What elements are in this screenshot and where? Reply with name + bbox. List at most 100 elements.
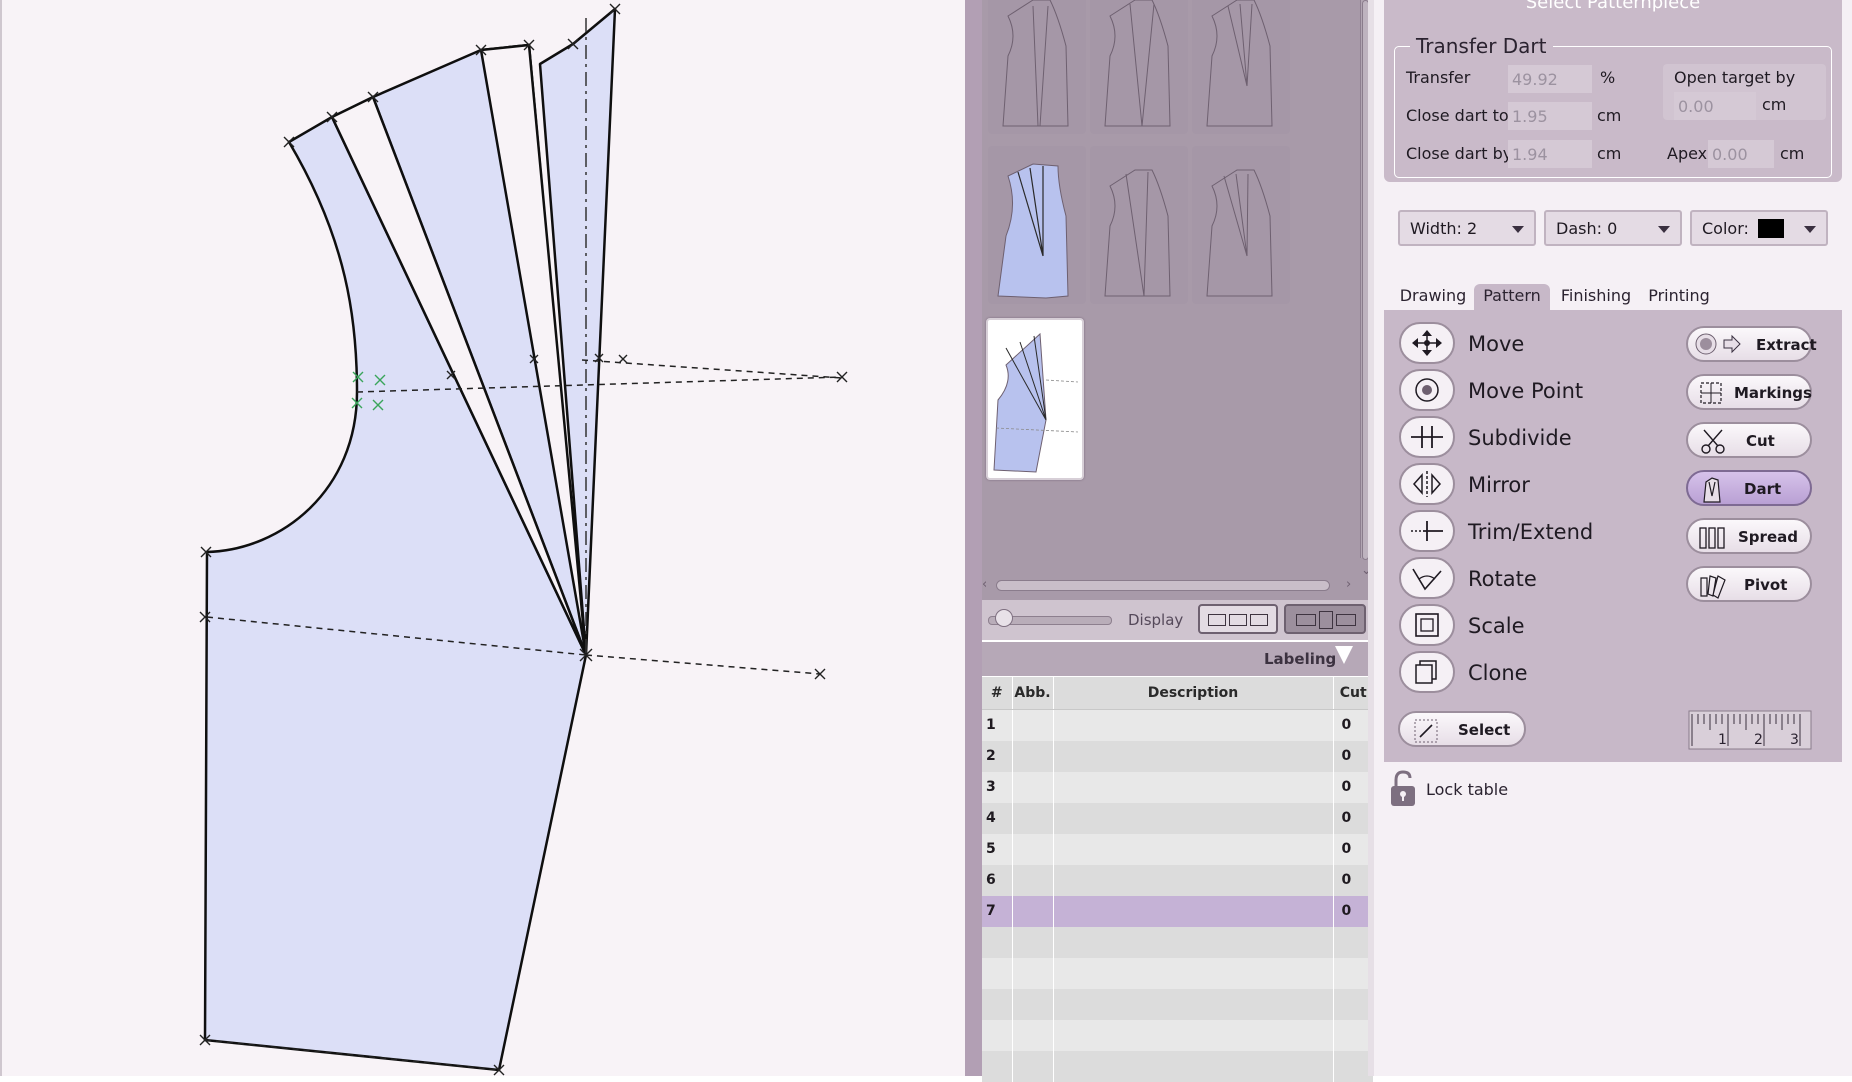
slider-knob[interactable] xyxy=(995,609,1013,627)
color-dropdown[interactable]: Color: xyxy=(1690,210,1828,246)
tab-finishing[interactable]: Finishing xyxy=(1552,284,1640,326)
scroll-left-arrow-icon[interactable]: ‹ xyxy=(982,578,987,591)
row-abb[interactable] xyxy=(1012,988,1054,1020)
col-abbreviation[interactable]: Abb. xyxy=(1012,677,1054,710)
move-label[interactable]: Move xyxy=(1468,332,1524,356)
pattern-drawing[interactable] xyxy=(2,0,967,1076)
row-abb[interactable] xyxy=(1012,740,1054,772)
labeling-collapse-icon[interactable] xyxy=(1335,646,1353,664)
row-abb[interactable] xyxy=(1012,957,1054,989)
row-abb[interactable] xyxy=(1012,802,1054,834)
row-abb[interactable] xyxy=(1012,926,1054,958)
dash-dropdown[interactable]: Dash: 0 xyxy=(1544,210,1682,246)
table-row[interactable] xyxy=(982,957,1374,989)
cut-button[interactable]: Cut xyxy=(1686,422,1812,458)
col-description[interactable]: Description xyxy=(1053,677,1334,710)
thumbnail-3[interactable] xyxy=(1192,0,1290,134)
move-point-label[interactable]: Move Point xyxy=(1468,379,1583,403)
mirror-tool-button[interactable] xyxy=(1399,463,1455,505)
rotate-label[interactable]: Rotate xyxy=(1468,567,1537,591)
thumbnail-4[interactable] xyxy=(988,146,1086,304)
spread-button[interactable]: Spread xyxy=(1686,518,1812,554)
table-row[interactable]: 10 xyxy=(982,709,1374,741)
row-desc[interactable] xyxy=(1053,833,1334,865)
table-row[interactable]: 50 xyxy=(982,833,1374,865)
row-desc[interactable] xyxy=(1053,895,1334,927)
thumbnail-5[interactable] xyxy=(1090,146,1188,304)
scale-tool-button[interactable] xyxy=(1399,604,1455,646)
scale-label[interactable]: Scale xyxy=(1468,614,1525,638)
thumbnail-2[interactable] xyxy=(1090,0,1188,134)
thumbnail-4-image xyxy=(997,163,1069,299)
thumbnail-7-image xyxy=(993,332,1079,473)
subdivide-label[interactable]: Subdivide xyxy=(1468,426,1572,450)
thumbnail-6[interactable] xyxy=(1192,146,1290,304)
pivot-button[interactable]: Pivot xyxy=(1686,566,1812,602)
dart-button[interactable]: Dart xyxy=(1686,470,1812,506)
row-desc[interactable] xyxy=(1053,864,1334,896)
table-row[interactable]: 60 xyxy=(982,864,1374,896)
row-desc[interactable] xyxy=(1053,802,1334,834)
clone-tool-button[interactable] xyxy=(1399,651,1455,693)
pattern-canvas[interactable] xyxy=(0,0,965,1076)
move-point-tool-button[interactable] xyxy=(1399,369,1455,411)
row-desc[interactable] xyxy=(1053,957,1334,989)
row-abb[interactable] xyxy=(1012,771,1054,803)
row-abb[interactable] xyxy=(1012,833,1054,865)
select-button[interactable]: Select xyxy=(1398,711,1526,747)
display-grid-button[interactable] xyxy=(1198,604,1278,634)
transfer-input[interactable] xyxy=(1508,65,1592,93)
tab-drawing-label: Drawing xyxy=(1399,286,1467,305)
row-abb[interactable] xyxy=(1012,1019,1054,1051)
mirror-label[interactable]: Mirror xyxy=(1468,473,1530,497)
clone-label[interactable]: Clone xyxy=(1468,661,1528,685)
trim-extend-label[interactable]: Trim/Extend xyxy=(1468,520,1593,544)
rotate-tool-button[interactable] xyxy=(1399,557,1455,599)
row-desc[interactable] xyxy=(1053,740,1334,772)
markings-button[interactable]: Markings xyxy=(1686,374,1812,410)
ruler-tick-3: 3 xyxy=(1790,732,1799,748)
close-dart-to-input[interactable] xyxy=(1508,102,1592,130)
table-row[interactable]: 40 xyxy=(982,802,1374,834)
row-desc[interactable] xyxy=(1053,709,1334,741)
table-row[interactable] xyxy=(982,1050,1374,1082)
row-desc[interactable] xyxy=(1053,771,1334,803)
apex-input[interactable] xyxy=(1708,140,1774,168)
row-desc[interactable] xyxy=(1053,1050,1334,1082)
row-abb[interactable] xyxy=(1012,1050,1054,1082)
panel-title[interactable]: Select Patternpiece xyxy=(1384,0,1842,13)
move-tool-button[interactable] xyxy=(1399,322,1455,364)
row-desc[interactable] xyxy=(1053,926,1334,958)
table-row-selected[interactable]: 70 xyxy=(982,895,1374,927)
trim-extend-tool-button[interactable] xyxy=(1399,510,1455,552)
extract-button[interactable]: Extract xyxy=(1686,326,1817,362)
lock-table-label[interactable]: Lock table xyxy=(1426,780,1508,799)
front-bodice-piece[interactable] xyxy=(203,7,617,1072)
ruler-button[interactable]: 1 2 3 xyxy=(1688,710,1812,750)
row-desc[interactable] xyxy=(1053,1019,1334,1051)
table-row[interactable]: 20 xyxy=(982,740,1374,772)
unlock-icon[interactable] xyxy=(1388,770,1418,812)
table-row[interactable] xyxy=(982,988,1374,1020)
horizontal-scroll-thumb[interactable] xyxy=(996,580,1330,591)
row-abb[interactable] xyxy=(1012,709,1054,741)
subdivide-tool-button[interactable] xyxy=(1399,416,1455,458)
row-desc[interactable] xyxy=(1053,988,1334,1020)
thumbnail-1[interactable] xyxy=(988,0,1086,134)
line-width-dropdown[interactable]: Width: 2 xyxy=(1398,210,1536,246)
scroll-right-arrow-icon[interactable]: › xyxy=(1346,578,1351,591)
table-row[interactable]: 30 xyxy=(982,771,1374,803)
tab-pattern[interactable]: Pattern xyxy=(1474,284,1550,326)
row-abb[interactable] xyxy=(1012,895,1054,927)
tab-drawing[interactable]: Drawing xyxy=(1394,284,1472,326)
table-row[interactable] xyxy=(982,926,1374,958)
close-dart-by-input[interactable] xyxy=(1508,140,1592,168)
table-row[interactable] xyxy=(982,1019,1374,1051)
thumbnail-7-selected[interactable] xyxy=(986,318,1084,480)
col-number[interactable]: # xyxy=(982,677,1013,710)
tab-printing[interactable]: Printing xyxy=(1642,284,1716,326)
open-target-input[interactable] xyxy=(1674,92,1756,120)
display-list-button[interactable] xyxy=(1284,604,1366,634)
row-abb[interactable] xyxy=(1012,864,1054,896)
labeling-table[interactable]: # Abb. Description Cut 10 20 30 40 50 60… xyxy=(982,677,1374,1082)
